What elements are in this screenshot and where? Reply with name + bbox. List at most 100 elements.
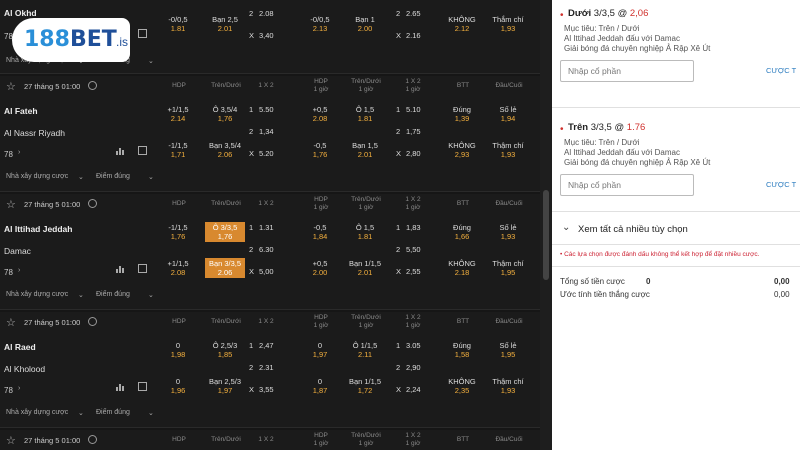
odds-cell[interactable]: 1 3.05 (392, 340, 432, 360)
odds-cell[interactable]: 2 2.08 (245, 8, 285, 28)
footer-builder-link[interactable]: Nhà xây dựng cược (6, 291, 68, 298)
grid-icon[interactable] (138, 29, 147, 38)
team-name[interactable]: Al Ittihad Jeddah (4, 224, 72, 234)
odds-cell[interactable]: 2 1,75 (392, 126, 432, 146)
odds-cell[interactable]: 1 1.31 (245, 222, 285, 242)
odds-cell[interactable]: +1/1,5 2.14 (158, 104, 198, 124)
odds-cell[interactable]: Ô 1,5 1.81 (345, 104, 385, 124)
scrollbar[interactable] (540, 0, 552, 450)
chevron-down-icon[interactable]: ⌄ (78, 291, 84, 299)
odds-cell[interactable]: Bạn 1 2.00 (345, 14, 385, 34)
odds-cell[interactable]: Ô 2,5/3 1,85 (205, 340, 245, 360)
odds-cell[interactable]: 2 2.31 (245, 362, 285, 382)
odds-cell[interactable]: Số lẻ 1,94 (488, 104, 528, 124)
stats-icon[interactable] (116, 264, 125, 273)
chevron-down-icon[interactable]: ⌄ (562, 222, 570, 233)
odds-cell[interactable]: X 3,55 (245, 384, 285, 404)
odds-cell[interactable]: Thắm chí 1,93 (488, 14, 528, 34)
odds-cell[interactable]: Bạn 1/1,5 1,72 (345, 376, 385, 396)
bet-max-link[interactable]: CƯỢC T (766, 180, 800, 189)
show-more-options[interactable]: Xem tất cả nhiều tùy chọn (578, 224, 688, 235)
footer-score-link[interactable]: Điểm đúng (96, 409, 130, 416)
stats-icon[interactable] (116, 382, 125, 391)
chevron-down-icon[interactable]: ⌄ (148, 291, 154, 299)
odds-cell[interactable]: 2 2.65 (392, 8, 432, 28)
footer-builder-link[interactable]: Nhà xây dựng cược (6, 173, 68, 180)
odds-cell[interactable]: Bạn 1,5 2.01 (345, 140, 385, 160)
stats-icon[interactable] (116, 146, 125, 155)
odds-cell[interactable]: KHÔNG 2,93 (442, 140, 482, 160)
team-name[interactable]: Al Kholood (4, 364, 45, 374)
odds-cell[interactable]: Ô 3,5/4 1,76 (205, 104, 245, 124)
odds-cell[interactable]: Đúng 1,66 (442, 222, 482, 242)
odds-cell[interactable]: 0 1,87 (300, 376, 340, 396)
odds-cell[interactable]: KHÔNG 2.12 (442, 14, 482, 34)
odds-cell[interactable]: -0/0,5 1.81 (158, 14, 198, 34)
odds-cell[interactable]: -0,5 1,84 (300, 222, 340, 242)
stake-input[interactable]: Nhập cổ phần (560, 174, 694, 196)
star-icon[interactable]: ☆ (6, 80, 18, 93)
odds-cell[interactable]: X 2,80 (392, 148, 432, 168)
odds-cell[interactable]: Ô 3/3,5 1,76 (205, 222, 245, 242)
star-icon[interactable]: ☆ (6, 198, 18, 211)
odds-cell[interactable]: Bạn 1/1,5 2.01 (345, 258, 385, 278)
odds-cell[interactable]: Thậm chí 1,95 (488, 258, 528, 278)
odds-cell[interactable]: 1 1,83 (392, 222, 432, 242)
odds-cell[interactable]: 0 1,98 (158, 340, 198, 360)
team-name[interactable]: Damac (4, 246, 31, 256)
chevron-right-icon[interactable]: › (18, 385, 20, 392)
odds-cell[interactable]: KHÔNG 2.18 (442, 258, 482, 278)
odds-cell[interactable]: 2 5,50 (392, 244, 432, 264)
odds-cell[interactable]: 1 5.10 (392, 104, 432, 124)
star-icon[interactable]: ☆ (6, 434, 18, 447)
odds-cell[interactable]: 2 1,34 (245, 126, 285, 146)
odds-cell[interactable]: X 5,00 (245, 266, 285, 286)
odds-cell[interactable]: Số lẻ 1,93 (488, 222, 528, 242)
odds-cell[interactable]: Đúng 1,39 (442, 104, 482, 124)
chevron-down-icon[interactable]: ⌄ (148, 57, 154, 65)
odds-cell[interactable]: +0,5 2.00 (300, 258, 340, 278)
team-name[interactable]: Al Raed (4, 342, 36, 352)
odds-cell[interactable]: Ô 1,5 1.81 (345, 222, 385, 242)
odds-cell[interactable]: Thậm chí 1,93 (488, 140, 528, 160)
chevron-right-icon[interactable]: › (18, 149, 20, 156)
chevron-down-icon[interactable]: ⌄ (78, 173, 84, 181)
odds-cell[interactable]: X 2.16 (392, 30, 432, 50)
odds-cell[interactable]: Bạn 2,5/3 1,97 (205, 376, 245, 396)
odds-cell[interactable]: KHÔNG 2,35 (442, 376, 482, 396)
odds-cell[interactable]: Đúng 1,58 (442, 340, 482, 360)
team-name[interactable]: Al Nassr Riyadh (4, 128, 65, 138)
grid-icon[interactable] (138, 146, 147, 155)
footer-score-link[interactable]: Điểm đúng (96, 173, 130, 180)
chevron-right-icon[interactable]: › (18, 267, 20, 274)
star-icon[interactable]: ☆ (6, 316, 18, 329)
team-name[interactable]: Al Fateh (4, 106, 38, 116)
odds-cell[interactable]: X 2,55 (392, 266, 432, 286)
odds-cell[interactable]: 0 1,97 (300, 340, 340, 360)
odds-cell[interactable]: X 3,40 (245, 30, 285, 50)
odds-cell[interactable]: 0 1,96 (158, 376, 198, 396)
scrollbar-thumb[interactable] (543, 190, 549, 280)
odds-cell[interactable]: +1/1,5 2.08 (158, 258, 198, 278)
odds-cell[interactable]: Ô 1/1,5 2.11 (345, 340, 385, 360)
odds-cell[interactable]: X 5.20 (245, 148, 285, 168)
odds-cell[interactable]: 2 2,90 (392, 362, 432, 382)
footer-builder-link[interactable]: Nhà xây dựng cược (6, 409, 68, 416)
footer-score-link[interactable]: Điểm đúng (96, 291, 130, 298)
bet-max-link[interactable]: CƯỢC T (766, 66, 800, 75)
chevron-down-icon[interactable]: ⌄ (148, 173, 154, 181)
odds-cell[interactable]: Thậm chí 1,93 (488, 376, 528, 396)
odds-cell[interactable]: +0,5 2.08 (300, 104, 340, 124)
grid-icon[interactable] (138, 382, 147, 391)
odds-cell[interactable]: -1/1,5 1,76 (158, 222, 198, 242)
odds-cell[interactable]: Bạn 3,5/4 2.06 (205, 140, 245, 160)
stake-input[interactable]: Nhập cổ phần (560, 60, 694, 82)
odds-cell[interactable]: 1 5.50 (245, 104, 285, 124)
odds-cell[interactable]: X 2,24 (392, 384, 432, 404)
odds-cell[interactable]: 1 2,47 (245, 340, 285, 360)
odds-cell[interactable]: -0/0,5 2.13 (300, 14, 340, 34)
odds-cell[interactable]: Bạn 2,5 2.01 (205, 14, 245, 34)
grid-icon[interactable] (138, 264, 147, 273)
odds-cell[interactable]: Bạn 3/3,5 2.06 (205, 258, 245, 278)
odds-cell[interactable]: -1/1,5 1,71 (158, 140, 198, 160)
